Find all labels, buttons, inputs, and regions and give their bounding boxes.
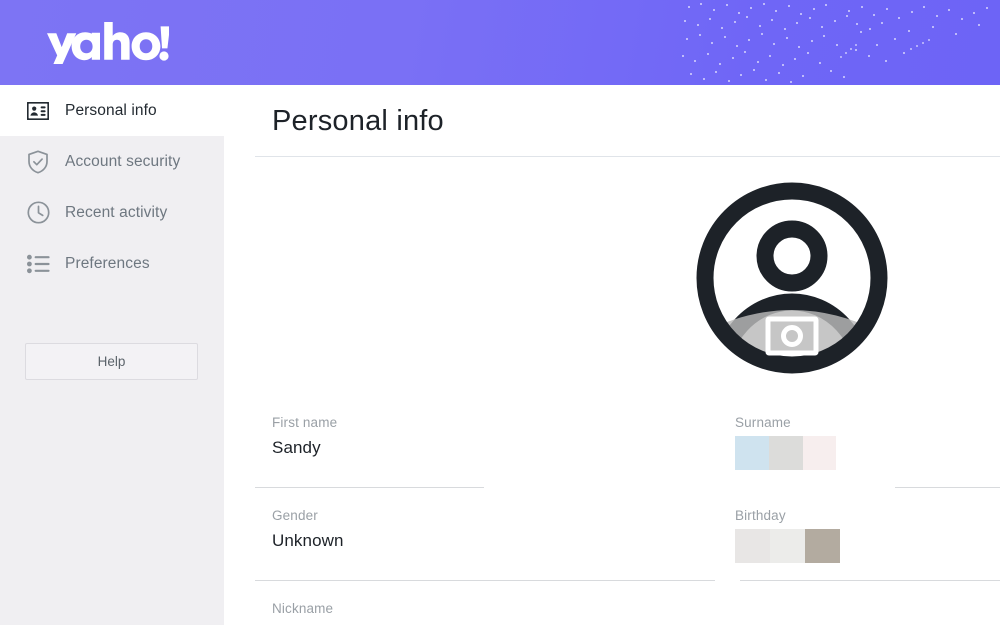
field-nickname[interactable]: Nickname [272, 601, 333, 616]
sidebar-item-recent-activity[interactable]: Recent activity [0, 187, 224, 238]
placeholder-block [770, 529, 805, 563]
placeholder-block [735, 529, 770, 563]
main-content: Personal info First name Sandy Surname G… [224, 85, 1000, 625]
field-value: Sandy [272, 438, 321, 457]
field-underline-birthday [740, 580, 1000, 581]
yahoo-account-info-page: Personal info Account security Recent ac… [0, 0, 1000, 625]
page-header [0, 0, 1000, 85]
field-value: Unknown [272, 531, 344, 550]
field-value-placeholder-blocks [735, 529, 840, 563]
personal-info-form: First name Sandy Surname Gender Unknown [224, 85, 1000, 625]
field-gender[interactable]: Gender Unknown [272, 508, 344, 551]
sidebar-item-personal-info[interactable]: Personal info [0, 85, 224, 136]
sidebar-item-label: Recent activity [65, 203, 168, 221]
clock-icon [25, 200, 51, 226]
field-surname[interactable]: Surname [735, 415, 836, 470]
field-label: Gender [272, 508, 318, 523]
field-first-name[interactable]: First name Sandy [272, 415, 337, 458]
placeholder-block [735, 436, 769, 470]
id-card-icon [25, 98, 51, 124]
sidebar-item-preferences[interactable]: Preferences [0, 238, 224, 289]
placeholder-block [803, 436, 836, 470]
help-button[interactable]: Help [25, 343, 198, 380]
field-underline-surname [895, 487, 1000, 488]
sidebar-item-label: Preferences [65, 254, 150, 272]
yahoo-logo[interactable] [47, 20, 169, 66]
field-underline-first-name [255, 487, 484, 488]
placeholder-block [769, 436, 803, 470]
sidebar: Personal info Account security Recent ac… [0, 85, 224, 625]
header-dot-pattern-decoration [682, 3, 988, 83]
shield-check-icon [25, 149, 51, 175]
sidebar-item-account-security[interactable]: Account security [0, 136, 224, 187]
field-underline-gender [255, 580, 715, 581]
sidebar-nav: Personal info Account security Recent ac… [0, 85, 224, 289]
field-label: Birthday [735, 508, 786, 523]
field-label: Surname [735, 415, 791, 430]
field-birthday[interactable]: Birthday [735, 508, 840, 563]
help-button-wrap: Help [25, 343, 198, 380]
placeholder-block [805, 529, 840, 563]
field-value-placeholder-blocks [735, 436, 836, 470]
list-icon [25, 251, 51, 277]
yahoo-wordmark-icon [47, 22, 169, 64]
sidebar-item-label: Personal info [65, 101, 157, 119]
field-label: First name [272, 415, 338, 430]
field-label: Nickname [272, 601, 334, 616]
sidebar-item-label: Account security [65, 152, 181, 170]
